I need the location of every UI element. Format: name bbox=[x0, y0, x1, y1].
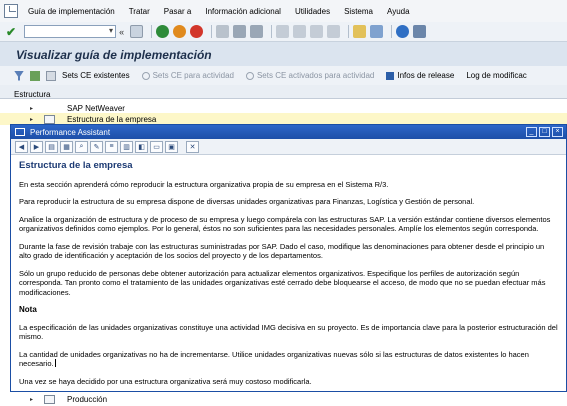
minimize-button[interactable]: _ bbox=[526, 127, 537, 137]
menu-info-adicional[interactable]: Información adicional bbox=[205, 7, 281, 16]
standard-toolbar: ✔ « bbox=[0, 22, 567, 42]
table-icon[interactable]: ▥ bbox=[120, 140, 133, 153]
window-icon bbox=[15, 128, 25, 136]
info-icon bbox=[386, 71, 395, 80]
new-session-icon[interactable] bbox=[353, 25, 367, 38]
expand-arrow-icon[interactable]: ▸ bbox=[30, 396, 38, 403]
save-icon[interactable] bbox=[130, 25, 144, 38]
find-next-icon[interactable] bbox=[250, 25, 264, 38]
edit-icon[interactable]: ✎ bbox=[90, 140, 103, 153]
sets-ce-para-actividad-button[interactable]: Sets CE para actividad bbox=[141, 71, 234, 80]
back-arrow-icon[interactable]: ◀ bbox=[15, 140, 28, 153]
menu-sistema[interactable]: Sistema bbox=[344, 7, 373, 16]
maximize-button[interactable]: □ bbox=[539, 127, 550, 137]
pa-content: Estructura de la empresa En esta sección… bbox=[11, 155, 566, 386]
glasses-icon bbox=[141, 71, 150, 80]
last-page-icon[interactable] bbox=[327, 25, 341, 38]
enter-check-icon[interactable]: ✔ bbox=[6, 25, 16, 39]
close-button[interactable]: × bbox=[552, 127, 563, 137]
pa-window-title: Performance Assistant bbox=[30, 127, 111, 137]
print-icon[interactable] bbox=[216, 25, 230, 38]
sets-ce-activados-button[interactable]: Sets CE activados para actividad bbox=[245, 71, 374, 80]
pa-heading: Estructura de la empresa bbox=[19, 160, 133, 171]
menu-utilidades[interactable]: Utilidades bbox=[295, 7, 330, 16]
pa-title-bar[interactable]: Performance Assistant _ □ × bbox=[11, 125, 566, 139]
pa-paragraph: Sólo un grupo reducido de personas debe … bbox=[19, 268, 546, 297]
application-toolbar: Sets CE existentes Sets CE para activida… bbox=[0, 66, 567, 85]
hierarchy-icon[interactable]: ▤ bbox=[45, 140, 58, 153]
tag-icon[interactable]: ◧ bbox=[135, 140, 148, 153]
shortcut-icon[interactable] bbox=[370, 25, 384, 38]
expand-icon[interactable] bbox=[30, 70, 40, 81]
pa-paragraph: En esta sección aprenderá cómo reproduci… bbox=[19, 179, 389, 189]
search-icon[interactable]: ⌕ bbox=[75, 140, 88, 153]
print-icon[interactable]: ▭ bbox=[150, 140, 163, 153]
log-de-modificaciones-button[interactable]: Log de modificac bbox=[466, 71, 526, 80]
next-page-icon[interactable] bbox=[310, 25, 324, 38]
glasses-icon bbox=[245, 71, 254, 80]
list-icon[interactable]: ≡ bbox=[105, 140, 118, 153]
command-field[interactable] bbox=[24, 25, 117, 38]
back-icon[interactable] bbox=[156, 25, 170, 38]
pa-note-paragraph: La cantidad de unidades organizativas no… bbox=[19, 349, 529, 369]
collapse-icon[interactable]: « bbox=[119, 27, 124, 37]
separator bbox=[211, 25, 213, 38]
expand-arrow-icon[interactable]: ▸ bbox=[30, 116, 38, 123]
img-activity-icon bbox=[44, 394, 55, 404]
filter-icon[interactable] bbox=[14, 70, 24, 81]
menu-bar: Guía de implementación Tratar Pasar a In… bbox=[0, 0, 567, 22]
layout-menu-icon[interactable] bbox=[413, 25, 427, 38]
separator bbox=[271, 25, 273, 38]
find-icon[interactable] bbox=[233, 25, 247, 38]
first-page-icon[interactable] bbox=[276, 25, 290, 38]
text-cursor bbox=[54, 359, 56, 367]
infos-de-release-button[interactable]: Infos de release bbox=[386, 71, 454, 80]
separator bbox=[391, 25, 393, 38]
cancel-icon[interactable] bbox=[190, 25, 204, 38]
glossary-icon[interactable]: ▦ bbox=[60, 140, 73, 153]
forward-arrow-icon[interactable]: ▶ bbox=[30, 140, 43, 153]
pa-note-paragraph: La especificación de las unidades organi… bbox=[19, 322, 558, 342]
menu-guia[interactable]: Guía de implementación bbox=[28, 7, 115, 16]
menu-pasar-a[interactable]: Pasar a bbox=[164, 7, 192, 16]
pa-paragraph: Para reproducir la estructura de su empr… bbox=[19, 197, 475, 206]
exit-icon[interactable] bbox=[173, 25, 187, 38]
document-icon[interactable] bbox=[46, 70, 56, 81]
separator bbox=[151, 25, 153, 38]
img-activity-icon bbox=[44, 114, 55, 124]
sets-ce-existentes-button[interactable]: Sets CE existentes bbox=[62, 71, 130, 80]
menu-ayuda[interactable]: Ayuda bbox=[387, 7, 410, 16]
pa-note-heading: Nota bbox=[19, 305, 37, 314]
window-menu-icon[interactable] bbox=[4, 4, 18, 18]
tree-node-label: Estructura de la empresa bbox=[67, 114, 157, 124]
page-title: Visualizar guía de implementación bbox=[16, 48, 212, 62]
menu-tratar[interactable]: Tratar bbox=[129, 7, 150, 16]
expand-arrow-icon[interactable]: ▸ bbox=[30, 105, 38, 112]
performance-assistant-window: Performance Assistant _ □ × ◀ ▶ ▤ ▦ ⌕ ✎ … bbox=[10, 124, 567, 392]
title-bar: Visualizar guía de implementación bbox=[0, 42, 567, 66]
help-icon[interactable] bbox=[396, 25, 410, 38]
tree-node-label: SAP NetWeaver bbox=[67, 103, 125, 113]
previous-page-icon[interactable] bbox=[293, 25, 307, 38]
pa-paragraph: Durante la fase de revisión trabaje con … bbox=[19, 241, 545, 261]
window-icon[interactable]: ▣ bbox=[165, 140, 178, 153]
close-icon[interactable]: ✕ bbox=[186, 140, 199, 153]
pa-paragraph: Analice la organización de estructura y … bbox=[19, 214, 551, 234]
pa-toolbar: ◀ ▶ ▤ ▦ ⌕ ✎ ≡ ▥ ◧ ▭ ▣ ✕ bbox=[11, 139, 566, 155]
tree-row[interactable]: ▸ Producción bbox=[0, 393, 107, 405]
tree-header: Estructura bbox=[0, 85, 567, 99]
separator bbox=[348, 25, 350, 38]
pa-note-paragraph: Una vez se haya decidido por una estruct… bbox=[19, 376, 312, 386]
tree-node-label: Producción bbox=[67, 394, 108, 404]
